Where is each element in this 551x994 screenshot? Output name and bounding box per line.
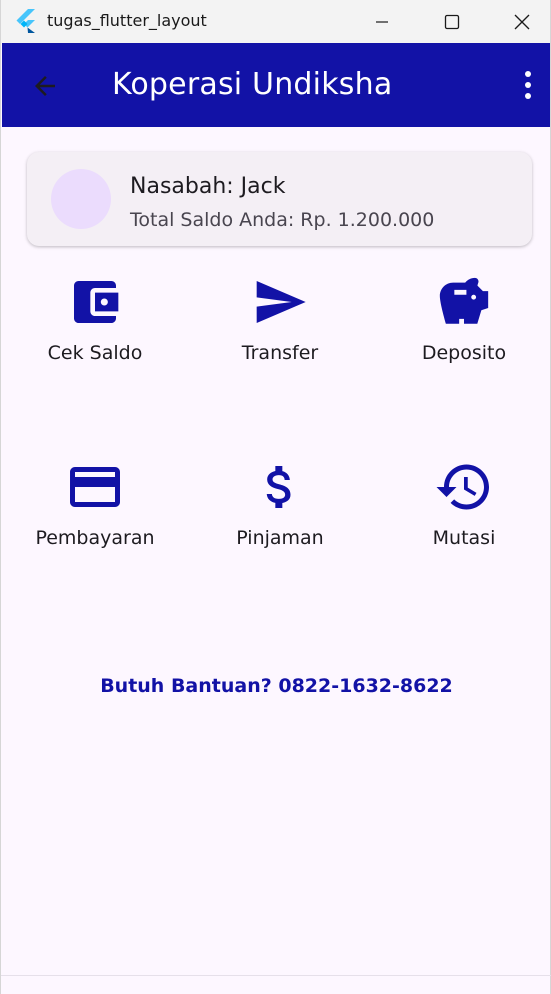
back-arrow-icon[interactable] — [30, 71, 60, 101]
close-icon — [514, 14, 530, 29]
minimize-button[interactable] — [359, 0, 405, 43]
menu-label: Cek Saldo — [47, 342, 143, 364]
balance-text: Total Saldo Anda: Rp. 1.200.000 — [130, 209, 435, 231]
piggy-bank-icon — [439, 277, 489, 324]
minimize-icon — [376, 20, 388, 23]
app-window: tugas_flutter_layout Koperasi Undiksha N… — [0, 0, 551, 994]
avatar — [51, 169, 111, 229]
menu-item-deposito[interactable]: Deposito — [372, 272, 551, 392]
more-vert-icon[interactable] — [518, 69, 538, 101]
customer-name: Nasabah: Jack — [130, 174, 286, 199]
send-icon — [256, 281, 306, 323]
menu-item-cek-saldo[interactable]: Cek Saldo — [3, 272, 187, 392]
help-contact-text: Butuh Bantuan? 0822-1632-8622 — [100, 675, 453, 697]
app-title: Koperasi Undiksha — [112, 67, 393, 102]
wallet-icon — [74, 281, 119, 323]
account-card: Nasabah: Jack Total Saldo Anda: Rp. 1.20… — [27, 152, 532, 246]
credit-card-icon — [70, 467, 120, 507]
window-title: tugas_flutter_layout — [47, 11, 207, 30]
maximize-icon — [444, 14, 460, 29]
divider — [1, 975, 551, 976]
menu-label: Pembayaran — [35, 527, 155, 549]
maximize-button[interactable] — [429, 0, 475, 43]
menu-item-mutasi[interactable]: Mutasi — [372, 457, 551, 577]
flutter-logo-icon — [16, 9, 35, 33]
menu-label: Pinjaman — [236, 527, 324, 549]
history-icon — [436, 464, 489, 510]
window-titlebar: tugas_flutter_layout — [1, 0, 550, 43]
close-button[interactable] — [499, 0, 545, 43]
dollar-icon — [266, 466, 291, 508]
menu-label: Deposito — [421, 342, 507, 364]
menu-item-transfer[interactable]: Transfer — [188, 272, 372, 392]
menu-item-pinjaman[interactable]: Pinjaman — [188, 457, 372, 577]
menu-label: Mutasi — [432, 527, 496, 549]
app-bar: Koperasi Undiksha — [2, 43, 550, 127]
menu-label: Transfer — [241, 342, 319, 364]
menu-item-pembayaran[interactable]: Pembayaran — [3, 457, 187, 577]
